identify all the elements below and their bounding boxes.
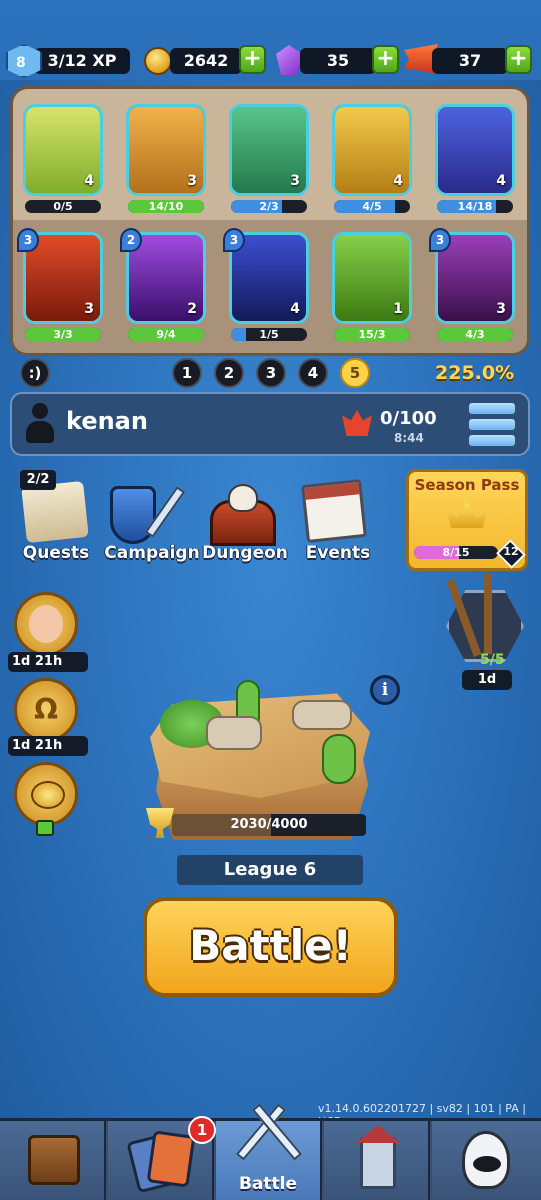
- spear-icon: [484, 574, 492, 654]
- card-progress-bar: 1/5: [231, 328, 307, 341]
- crown-icon: [447, 502, 487, 528]
- tab-battle[interactable]: Battle: [216, 1103, 322, 1200]
- deck-slot-4[interactable]: 4: [298, 358, 328, 388]
- card-progress-bar: 9/4: [128, 328, 204, 341]
- league-trophy-progress: 2030/4000: [172, 814, 366, 836]
- card-mana-cost: 3: [223, 228, 245, 252]
- card-level: 1: [393, 301, 403, 317]
- offer-hero-timer: 1d 21h: [8, 652, 88, 672]
- offer-omega-timer: 1d 21h: [8, 736, 88, 756]
- tab-battle-label: Battle: [238, 1174, 298, 1194]
- quests-badge: 2/2: [20, 470, 56, 490]
- menu-button[interactable]: [469, 401, 517, 447]
- ticket-counter: 37: [432, 48, 508, 74]
- offer-hero-button[interactable]: [14, 592, 78, 656]
- player-name: kenan: [66, 407, 148, 435]
- add-gold-button[interactable]: +: [239, 45, 266, 74]
- deck-slot-1[interactable]: 1: [172, 358, 202, 388]
- card-level: 4: [496, 173, 506, 189]
- deck-card-green-archer[interactable]: 3: [229, 104, 309, 196]
- deck-multiplier: 225.0%: [435, 362, 515, 384]
- tab-profile[interactable]: [432, 1121, 541, 1200]
- card-level: 4: [393, 173, 403, 189]
- card-level: 3: [187, 173, 197, 189]
- gold-counter: 2642: [170, 48, 242, 74]
- tab-tower[interactable]: [324, 1121, 430, 1200]
- card-progress-bar: 0/5: [25, 200, 101, 213]
- card-progress-bar: 14/10: [128, 200, 204, 213]
- player-avatar-icon: [26, 403, 54, 445]
- trophy-road-timer: 8:44: [394, 431, 424, 445]
- card-mana-cost: 3: [429, 228, 451, 252]
- deck-slot-3[interactable]: 3: [256, 358, 286, 388]
- gold-pile-icon: [31, 781, 65, 809]
- card-icon: [146, 1130, 196, 1188]
- helmet-icon: [462, 1131, 510, 1189]
- card-mana-cost: 2: [120, 228, 142, 252]
- video-icon: [36, 820, 54, 836]
- tower-roof-icon: [356, 1125, 400, 1143]
- cactus-icon: [322, 734, 356, 784]
- card-progress-bar: 4/5: [334, 200, 410, 213]
- deck-card-ice-spirit[interactable]: 4: [435, 104, 515, 196]
- season-level: 12: [503, 545, 519, 558]
- spear-offer-count: 5/5: [480, 652, 505, 668]
- rock-icon: [206, 716, 262, 750]
- card-progress-bar: 4/3: [437, 328, 513, 341]
- gold-coin-icon: [144, 47, 172, 75]
- card-level: 4: [84, 173, 94, 189]
- card-level: 3: [84, 301, 94, 317]
- cards-notification-badge: 1: [188, 1116, 216, 1144]
- rock-icon: [292, 700, 352, 730]
- season-pass-progress: 8/15: [414, 546, 498, 559]
- spear-offer-timer: 1d: [462, 670, 512, 690]
- gem-counter: 35: [300, 48, 376, 74]
- card-progress-bar: 2/3: [231, 200, 307, 213]
- trophy-icon: [146, 808, 174, 838]
- card-level: 4: [290, 301, 300, 317]
- offer-omega-button[interactable]: Ω: [14, 678, 78, 742]
- deck-card-heal-spell[interactable]: 1: [332, 232, 412, 324]
- add-tickets-button[interactable]: +: [505, 45, 532, 74]
- season-pass-title: Season Pass: [414, 476, 520, 494]
- quests-scroll-icon: [21, 480, 89, 544]
- tower-icon: [360, 1137, 396, 1189]
- add-gems-button[interactable]: +: [372, 45, 399, 74]
- deck-card-cowboy-hero[interactable]: 3: [126, 104, 206, 196]
- card-progress-bar: 14/18: [437, 200, 513, 213]
- skull-icon: [228, 484, 258, 512]
- battle-button[interactable]: Battle!: [143, 897, 398, 997]
- xp-counter: 3/12 XP: [34, 48, 130, 74]
- deck-slot-2[interactable]: 2: [214, 358, 244, 388]
- chest-icon: [28, 1135, 80, 1185]
- omega-icon: Ω: [34, 693, 58, 726]
- emote-button[interactable]: :): [20, 358, 50, 388]
- card-progress-bar: 15/3: [334, 328, 410, 341]
- deck-card-engineer[interactable]: 4: [332, 104, 412, 196]
- info-button[interactable]: i: [370, 675, 400, 705]
- dungeon-button[interactable]: Dungeon: [200, 543, 290, 563]
- card-mana-cost: 3: [17, 228, 39, 252]
- card-progress-bar: 3/3: [25, 328, 101, 341]
- trophy-road-progress: 0/100: [380, 408, 437, 429]
- card-level: 3: [290, 173, 300, 189]
- calendar-icon: [301, 479, 367, 543]
- tab-shop[interactable]: [0, 1121, 106, 1200]
- deck-slot-5[interactable]: 5: [340, 358, 370, 388]
- events-button[interactable]: Events: [298, 543, 378, 563]
- free-gold-video-button[interactable]: [14, 762, 78, 826]
- card-level: 2: [187, 301, 197, 317]
- card-level: 3: [496, 301, 506, 317]
- quests-button[interactable]: Quests: [22, 543, 90, 563]
- deck-card-mummy-skeleton[interactable]: 4: [23, 104, 103, 196]
- campaign-button[interactable]: Campaign: [104, 543, 200, 563]
- league-label: League 6: [177, 855, 363, 885]
